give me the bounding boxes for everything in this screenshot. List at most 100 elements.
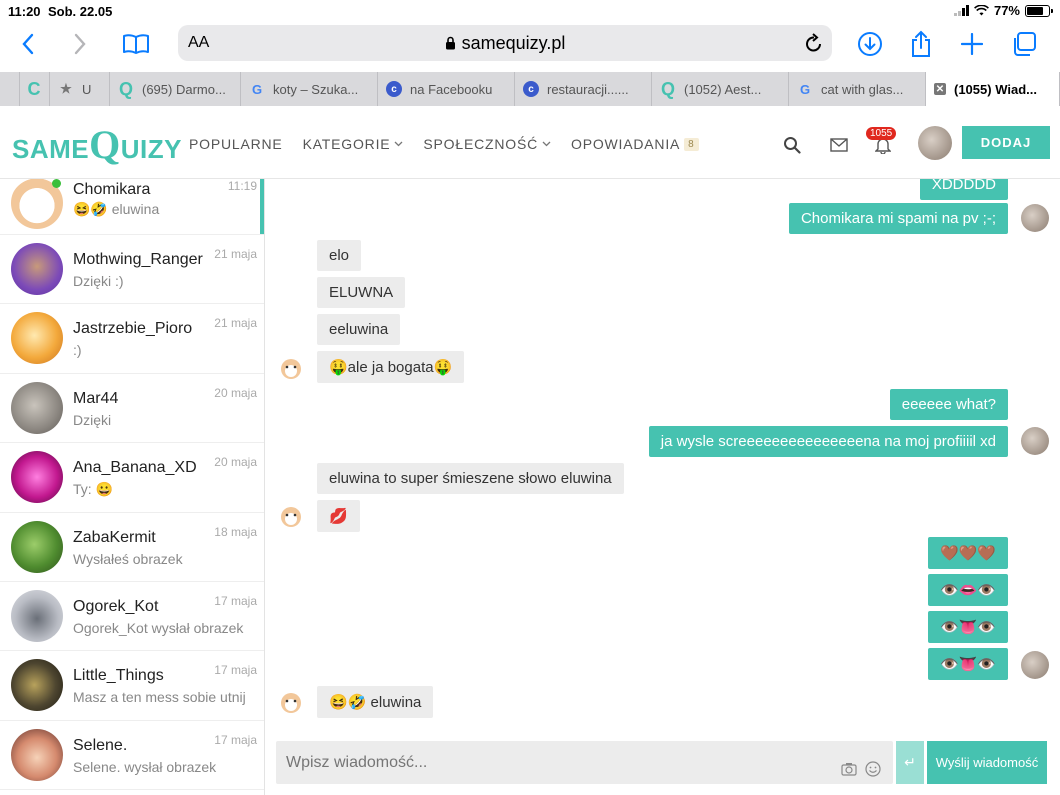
close-tab-icon[interactable]: ✕	[934, 83, 946, 95]
conversation-item-ogorek-kot[interactable]: Ogorek_Kot Ogorek_Kot wysłał obrazek 17 …	[0, 582, 264, 652]
browser-tab[interactable]: Gcat with glas...	[789, 72, 926, 106]
message-incoming: 😆🤣 eluwina	[317, 686, 434, 718]
forward-icon[interactable]	[66, 30, 94, 58]
samequizy-favicon: Q	[660, 78, 675, 99]
chevron-down-icon	[394, 141, 403, 147]
my-avatar	[1021, 427, 1049, 455]
lock-icon	[445, 36, 455, 50]
messages-icon[interactable]	[827, 133, 851, 157]
message-outgoing: Chomikara mi spami na pv ;-;	[788, 203, 1008, 234]
conversation-date: 17 maja	[214, 663, 257, 678]
avatar	[11, 451, 63, 504]
search-icon[interactable]	[780, 133, 804, 157]
send-message-button[interactable]: Wyślij wiadomość	[927, 741, 1047, 784]
conversation-date: 20 maja	[214, 455, 257, 470]
tabs-overview-icon[interactable]	[1010, 30, 1038, 58]
tab-label: cat with glas...	[821, 81, 904, 97]
message-outgoing: 🤎🤎🤎	[927, 537, 1008, 569]
online-indicator	[52, 179, 61, 188]
avatar	[11, 728, 63, 781]
conversation-item-zabakermit[interactable]: ZabaKermit Wysłałeś obrazek 18 maja	[0, 513, 264, 582]
conversation-name: Ana_Banana_XD	[73, 459, 197, 477]
status-date: Sob. 22.05	[48, 4, 113, 19]
user-avatar[interactable]	[918, 126, 952, 160]
opowiadania-count-badge: 8	[684, 137, 699, 151]
share-icon[interactable]	[907, 30, 935, 58]
cellular-signal-icon	[953, 5, 969, 16]
conversation-item-chomikara[interactable]: Chomikara 😆🤣 eluwina 11:19	[0, 179, 264, 235]
message-incoming: eeluwina	[317, 314, 401, 345]
nav-label: POPULARNE	[189, 136, 283, 152]
back-icon[interactable]	[14, 30, 42, 58]
message-outgoing: 👁️👅👁️	[927, 611, 1008, 643]
conversation-list: Chomikara 😆🤣 eluwina 11:19 Mothwing_Rang…	[0, 179, 265, 795]
conversation-item-jastrzebie-pioro[interactable]: Jastrzebie_Pioro :) 21 maja	[0, 304, 264, 374]
conversation-name: Ogorek_Kot	[73, 597, 159, 615]
tab-label: (1055) Wiad...	[954, 81, 1037, 97]
tab-label: (695) Darmo...	[142, 81, 226, 97]
nav-label: KATEGORIE	[302, 136, 391, 152]
avatar	[11, 659, 63, 712]
browser-tab[interactable]: Q (1052) Aest...	[652, 72, 789, 106]
chevron-down-icon	[542, 141, 551, 147]
reload-icon[interactable]	[804, 32, 824, 54]
browser-tab[interactable]: c restauracji......	[515, 72, 652, 106]
tab-label: U	[82, 81, 92, 97]
conversation-item-little-things[interactable]: Little_Things Masz a ten mess sobie utni…	[0, 651, 264, 721]
tab-label: na Facebooku	[410, 81, 493, 97]
samequizy-logo[interactable]: sameQUIZY	[12, 121, 182, 168]
conversation-item-mothwing-ranger[interactable]: Mothwing_Ranger Dzięki :) 21 maja	[0, 235, 264, 305]
notification-count-badge: 1055	[866, 127, 897, 140]
star-icon: ★	[60, 81, 72, 96]
my-avatar	[1021, 651, 1049, 679]
browser-toolbar: AA samequizy.pl	[0, 22, 1060, 68]
add-button[interactable]: DODAJ	[962, 126, 1050, 159]
emoji-icon[interactable]	[865, 761, 881, 777]
browser-tab[interactable]: ★ U	[50, 72, 110, 106]
new-tab-icon[interactable]	[958, 30, 986, 58]
conversation-item-ana-banana-xd[interactable]: Ana_Banana_XD Ty: 😀 20 maja	[0, 443, 264, 513]
conversation-name: Jastrzebie_Pioro	[73, 320, 193, 338]
address-url: samequizy.pl	[178, 33, 832, 54]
address-bar[interactable]: AA samequizy.pl	[178, 25, 832, 61]
message-incoming: eluwina to super śmieszene słowo eluwina	[317, 463, 624, 494]
message-incoming: 💋	[317, 500, 360, 532]
c-favicon: c	[523, 81, 539, 97]
logo-uizy: UIZY	[120, 134, 182, 164]
tab-label: restauracji......	[547, 81, 629, 97]
message-input[interactable]	[276, 741, 893, 784]
browser-tab-active[interactable]: ✕ (1055) Wiad...	[926, 72, 1060, 106]
conversation-preview: Ogorek_Kot wysłał obrazek	[73, 619, 244, 636]
nav-label: OPOWIADANIA	[571, 136, 681, 152]
browser-tab[interactable]: Gkoty – Szuka...	[241, 72, 378, 106]
avatar	[11, 312, 63, 365]
downloads-icon[interactable]	[856, 30, 884, 58]
contact-avatar	[277, 354, 305, 382]
conversation-date: 21 maja	[214, 247, 257, 261]
message-outgoing: 👁️👄👁️	[927, 574, 1008, 606]
url-text: samequizy.pl	[461, 33, 566, 53]
nav-opowiadania[interactable]: OPOWIADANIA 8	[571, 136, 699, 152]
main-nav: POPULARNE KATEGORIE SPOŁECZNOŚĆ OPOWIADA…	[189, 136, 699, 152]
avatar	[11, 520, 63, 573]
conversation-item-selene[interactable]: Selene. Selene. wysłał obrazek 17 maja	[0, 721, 264, 791]
browser-tab[interactable]: Q (695) Darmo...	[110, 72, 241, 106]
avatar	[11, 381, 63, 434]
conversation-date: 18 maja	[214, 524, 257, 539]
samequizy-favicon: Q	[118, 78, 133, 99]
bookmarks-icon[interactable]	[122, 30, 150, 58]
camera-icon[interactable]	[841, 762, 857, 776]
avatar	[11, 589, 63, 642]
browser-tab[interactable]: c na Facebooku	[378, 72, 515, 106]
enter-toggle-button[interactable]: ↵	[896, 741, 924, 784]
nav-spolecznosc[interactable]: SPOŁECZNOŚĆ	[423, 136, 551, 152]
conversation-name: Selene.	[73, 736, 128, 754]
battery-percent: 77%	[993, 3, 1020, 18]
conversation-item-mar44[interactable]: Mar44 Dzięki 20 maja	[0, 374, 264, 444]
tab-pinned[interactable]: C	[20, 72, 50, 106]
conversation-preview: :)	[73, 342, 82, 359]
nav-kategorie[interactable]: KATEGORIE	[303, 136, 404, 152]
message-outgoing: XDDDDD	[919, 179, 1008, 200]
nav-popularne[interactable]: POPULARNE	[189, 136, 283, 152]
conversation-preview: Ty: 😀	[73, 481, 113, 498]
